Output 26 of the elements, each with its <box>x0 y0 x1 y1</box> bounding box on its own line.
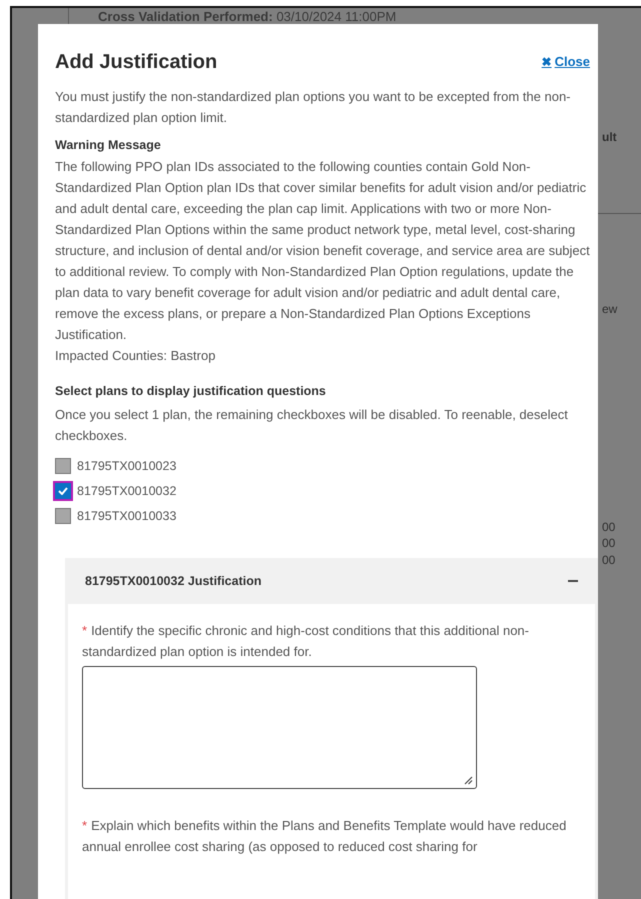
plan-select-heading: Select plans to display justification questions <box>55 384 327 398</box>
close-link[interactable]: ✖ Close <box>542 54 590 69</box>
warning-heading: Warning Message <box>55 138 162 152</box>
panel-header[interactable]: 81795TX0010032 Justification <box>65 558 598 604</box>
answer-field[interactable] <box>82 666 477 789</box>
check-icon <box>58 487 68 495</box>
background-text: 00 <box>602 520 616 534</box>
impacted-counties-text: Impacted Counties: Bastrop <box>55 347 216 365</box>
intro-text: You must justify the non-standardized plan options you want to be excepted from the non-standardized plan option limit. <box>55 88 572 127</box>
background-header: Cross Validation Performed: 03/10/2024 11:00PM <box>98 9 396 24</box>
checkbox-label: 81795TX0010033 <box>77 509 176 523</box>
background-text: ew <box>602 302 618 316</box>
resize-grip-icon[interactable] <box>464 776 473 785</box>
dialog-title: Add Justification <box>55 51 218 74</box>
checkbox-label: 81795TX0010023 <box>77 459 176 473</box>
warning-text: The following PPO plan IDs associated to the following counties contain Gold Non-Standardized Plan Option plan IDs that cover similar benefits for adult vision and/or pediatric and adult dental care, exceeding the plan cap limit. Applications with two or more Non-Standardized Plan Options within the same product network type, metal level, cost-sharing structure, and inclusion of dental and/or vision benefit coverage, and service area are subject to additional review. To comply with Non-Standardized Plan Option regulations, update the plan data to vary benefit coverage for adult vision and/or pediatric and adult dental care, remove the excess plans, or prepare a Non-Standardized Plan Options Exceptions Justification. <box>55 158 590 344</box>
background-text: ult <box>602 130 617 144</box>
background-text: 00 <box>602 553 616 567</box>
question-text: * Identify the specific chronic and high-cost conditions that this additional non-standardized plan option is intended for. <box>82 622 530 661</box>
checkbox-label: 81795TX0010032 <box>77 484 176 498</box>
panel-title: 81795TX0010032 Justification <box>85 574 262 588</box>
background-text: 00 <box>602 536 616 550</box>
checkbox[interactable] <box>55 483 71 499</box>
close-icon: ✖ <box>542 54 552 68</box>
question-text: * Explain which benefits within the Plans and Benefits Template would have reduced annual enrollee cost sharing (as opposed to reduced cost sharing for <box>82 817 568 856</box>
plan-select-hint: Once you select 1 plan, the remaining checkboxes will be disabled. To reenable, deselect checkboxes. <box>55 406 569 445</box>
